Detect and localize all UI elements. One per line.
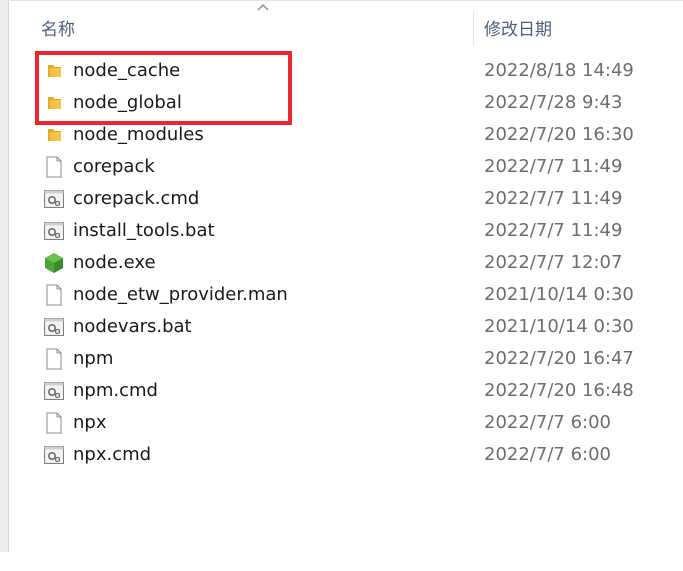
file-row[interactable]: node_cache 2022/8/18 14:49: [10, 55, 683, 87]
file-name: node_global: [73, 92, 182, 113]
scrollbar-track[interactable]: [0, 0, 9, 552]
file-list: node_cache 2022/8/18 14:49 node_global 2022…: [10, 55, 683, 471]
file-row[interactable]: node_global 2022/7/28 9:43: [10, 87, 683, 119]
file-date-modified: 2022/7/7 12:07: [484, 252, 623, 273]
file-name: npx: [73, 412, 107, 433]
column-header-date-modified[interactable]: 修改日期: [484, 15, 552, 40]
script-file-icon: [43, 380, 65, 402]
file-name: npm.cmd: [73, 380, 158, 401]
sort-ascending-chevron-icon: [257, 4, 269, 11]
file-icon: [43, 348, 65, 370]
file-name: node_etw_provider.man: [73, 284, 288, 305]
folder-icon: [43, 60, 65, 82]
file-icon: [43, 156, 65, 178]
column-divider[interactable]: [473, 11, 474, 46]
file-date-modified: 2022/8/18 14:49: [484, 60, 634, 81]
file-date-modified: 2021/10/14 0:30: [484, 316, 634, 337]
script-file-icon: [43, 188, 65, 210]
node-exe-icon: [43, 252, 65, 274]
file-row[interactable]: corepack.cmd 2022/7/7 11:49: [10, 183, 683, 215]
file-name: nodevars.bat: [73, 316, 192, 337]
folder-icon: [43, 124, 65, 146]
file-name: node_modules: [73, 124, 204, 145]
file-name: corepack: [73, 156, 155, 177]
file-date-modified: 2022/7/7 6:00: [484, 412, 611, 433]
file-date-modified: 2022/7/20 16:30: [484, 124, 634, 145]
file-row[interactable]: install_tools.bat 2022/7/7 11:49: [10, 215, 683, 247]
file-row[interactable]: npm 2022/7/20 16:47: [10, 343, 683, 375]
file-date-modified: 2022/7/7 11:49: [484, 156, 623, 177]
script-file-icon: [43, 316, 65, 338]
file-date-modified: 2022/7/20 16:48: [484, 380, 634, 401]
file-name: npx.cmd: [73, 444, 152, 465]
file-row[interactable]: npx.cmd 2022/7/7 6:00: [10, 439, 683, 471]
file-name: node_cache: [73, 60, 181, 81]
file-name: install_tools.bat: [73, 220, 215, 241]
file-row[interactable]: node.exe 2022/7/7 12:07: [10, 247, 683, 279]
script-file-icon: [43, 444, 65, 466]
file-row[interactable]: node_etw_provider.man 2021/10/14 0:30: [10, 279, 683, 311]
file-date-modified: 2021/10/14 0:30: [484, 284, 634, 305]
file-row[interactable]: nodevars.bat 2021/10/14 0:30: [10, 311, 683, 343]
file-date-modified: 2022/7/28 9:43: [484, 92, 623, 113]
column-header-name[interactable]: 名称: [41, 15, 75, 40]
file-date-modified: 2022/7/7 11:49: [484, 188, 623, 209]
column-header-bar: 名称 修改日期: [10, 1, 683, 46]
file-name: npm: [73, 348, 114, 369]
file-row[interactable]: node_modules 2022/7/20 16:30: [10, 119, 683, 151]
file-date-modified: 2022/7/7 6:00: [484, 444, 611, 465]
file-row[interactable]: corepack 2022/7/7 11:49: [10, 151, 683, 183]
file-name: corepack.cmd: [73, 188, 200, 209]
file-row[interactable]: npx 2022/7/7 6:00: [10, 407, 683, 439]
file-icon: [43, 284, 65, 306]
script-file-icon: [43, 220, 65, 242]
file-date-modified: 2022/7/20 16:47: [484, 348, 634, 369]
file-name: node.exe: [73, 252, 156, 273]
folder-icon: [43, 92, 65, 114]
file-icon: [43, 412, 65, 434]
file-row[interactable]: npm.cmd 2022/7/20 16:48: [10, 375, 683, 407]
file-date-modified: 2022/7/7 11:49: [484, 220, 623, 241]
